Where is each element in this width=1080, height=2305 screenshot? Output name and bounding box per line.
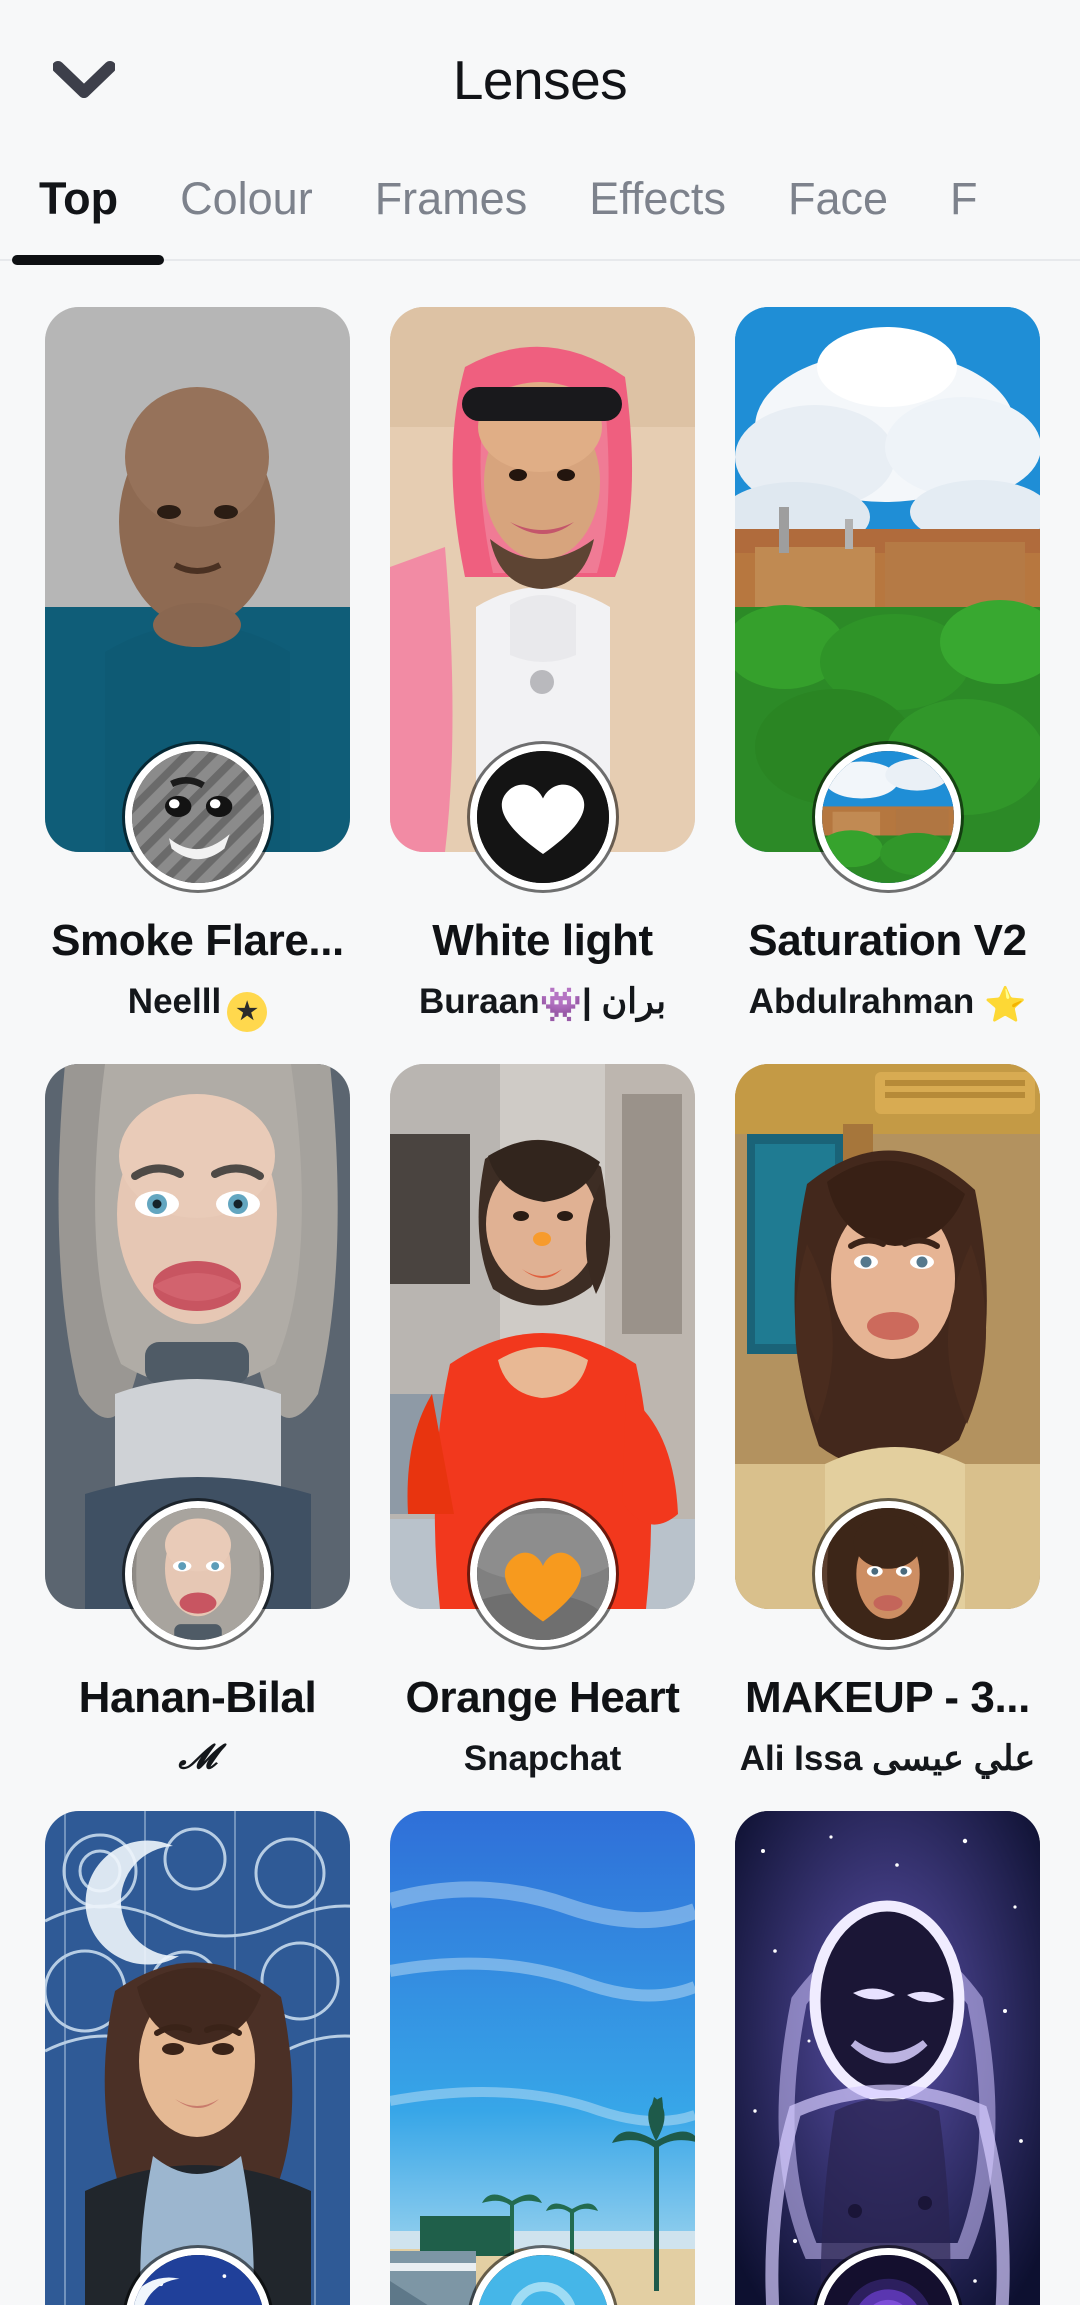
tab-top[interactable]: Top bbox=[8, 160, 149, 238]
active-tab-indicator bbox=[12, 255, 164, 265]
lenses-screen: Lenses Top Colour Frames Effects Face F bbox=[0, 0, 1080, 2305]
lens-card[interactable] bbox=[390, 1779, 695, 2305]
orange-heart-icon bbox=[470, 1501, 616, 1647]
tab-bar: Top Colour Frames Effects Face F bbox=[0, 160, 1080, 275]
lens-author: Neelll★ bbox=[45, 982, 350, 1032]
star-icon: ⭐ bbox=[984, 986, 1026, 1024]
lens-author-suffix: | بران bbox=[582, 982, 666, 1021]
striped-smiley-icon bbox=[125, 744, 271, 890]
lens-thumbnail bbox=[390, 1811, 695, 2305]
lens-title: MAKEUP - 3... bbox=[735, 1673, 1040, 1723]
lens-author: Snapchat bbox=[390, 1739, 695, 1779]
face-thumbnail-icon bbox=[815, 1501, 961, 1647]
face-thumbnail-icon bbox=[125, 1501, 271, 1647]
lens-thumbnail bbox=[735, 1811, 1040, 2305]
lens-author: 𝓜 bbox=[45, 1739, 350, 1777]
lens-thumbnail bbox=[45, 1811, 350, 2305]
white-heart-icon bbox=[470, 744, 616, 890]
lens-card[interactable]: MAKEUP - 3... Ali Issa علي عيسى bbox=[735, 1032, 1040, 1779]
lens-card[interactable]: White light Buraan👾| بران bbox=[390, 275, 695, 1032]
lens-card[interactable]: Saturation V2 Abdulrahman ⭐ bbox=[735, 275, 1040, 1032]
star-badge-icon: ★ bbox=[227, 992, 267, 1032]
lens-card[interactable]: Orange Heart Snapchat bbox=[390, 1032, 695, 1779]
lens-author-name: Neelll bbox=[128, 982, 221, 1021]
lens-title: White light bbox=[390, 916, 695, 966]
space-invader-icon: 👾 bbox=[540, 986, 582, 1024]
lens-card[interactable]: Smoke Flare... Neelll★ bbox=[45, 275, 350, 1032]
landscape-thumbnail-icon bbox=[815, 744, 961, 890]
lens-title: Saturation V2 bbox=[735, 916, 1040, 966]
lens-author: Buraan👾| بران bbox=[390, 982, 695, 1025]
tab-colour[interactable]: Colour bbox=[149, 160, 344, 238]
lens-title: Hanan-Bilal bbox=[45, 1673, 350, 1723]
lens-title: Smoke Flare... bbox=[45, 916, 350, 966]
page-title: Lenses bbox=[453, 48, 627, 112]
lens-card[interactable]: Hanan-Bilal 𝓜 bbox=[45, 1032, 350, 1779]
lens-title: Orange Heart bbox=[390, 1673, 695, 1723]
lens-author: Ali Issa علي عيسى bbox=[735, 1739, 1040, 1779]
lens-author-name: Abdulrahman bbox=[749, 982, 975, 1021]
lens-grid: Smoke Flare... Neelll★ bbox=[0, 275, 1080, 2305]
tab-partial[interactable]: F bbox=[919, 160, 1009, 238]
tab-frames[interactable]: Frames bbox=[344, 160, 559, 238]
header: Lenses bbox=[0, 0, 1080, 160]
lens-author: Abdulrahman ⭐ bbox=[735, 982, 1040, 1025]
tab-face[interactable]: Face bbox=[757, 160, 919, 238]
chevron-down-icon[interactable] bbox=[44, 40, 124, 120]
lens-card[interactable] bbox=[735, 1779, 1040, 2305]
lens-author-name: Buraan bbox=[419, 982, 540, 1021]
tab-effects[interactable]: Effects bbox=[558, 160, 757, 238]
lens-card[interactable] bbox=[45, 1779, 350, 2305]
